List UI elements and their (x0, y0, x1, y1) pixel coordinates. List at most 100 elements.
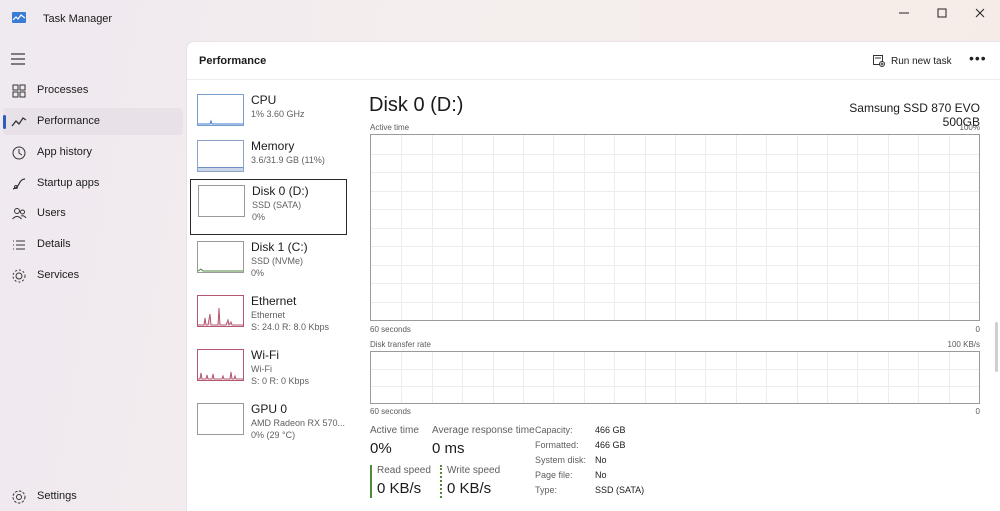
close-button[interactable] (961, 0, 999, 26)
nav-item-users[interactable]: Users (3, 200, 183, 227)
graph-gridline (918, 352, 919, 403)
transfer-graph-x-left: 60 seconds (370, 407, 411, 416)
nav-item-performance[interactable]: Performance (3, 108, 183, 135)
nav-label: Users (37, 207, 66, 219)
nav-item-processes[interactable]: Processes (3, 77, 183, 104)
processes-icon (12, 84, 26, 98)
active-indicator (3, 115, 6, 129)
graph-gridline (675, 352, 676, 403)
type-value: SSD (SATA) (595, 485, 645, 495)
nav-label: Services (37, 269, 80, 281)
device-gpu-0[interactable]: GPU 0 AMD Radeon RX 570... 0% (29 °C) (190, 398, 347, 454)
details-icon (13, 240, 25, 250)
cpu-mini-graph (197, 94, 244, 126)
graph-gridline (645, 352, 646, 403)
panel-header: Performance Run new task ••• (187, 42, 1000, 80)
device-name: GPU 0 (251, 402, 288, 416)
device-wifi[interactable]: Wi-Fi Wi-Fi S: 0 R: 0 Kbps (190, 344, 347, 400)
gpu-mini-graph (197, 403, 244, 435)
graph-gridline (797, 352, 798, 403)
nav-item-details[interactable]: Details (3, 231, 183, 258)
system-disk-label: System disk: (535, 455, 587, 465)
services-icon (12, 269, 26, 283)
graph-gridline (371, 283, 979, 284)
memory-mini-graph (197, 140, 244, 172)
graph-gridline (432, 352, 433, 403)
nav-label: Settings (37, 490, 77, 502)
graph-gridline (493, 352, 494, 403)
page-title: Performance (199, 55, 267, 67)
graph-gridline (614, 352, 615, 403)
graph-gridline (371, 386, 979, 387)
graph-gridline (462, 352, 463, 403)
run-new-task-label: Run new task (891, 55, 952, 67)
users-icon (12, 208, 27, 220)
active-time-graph-x-left: 60 seconds (370, 325, 411, 334)
window-title: Task Manager (43, 13, 113, 25)
write-speed-value: 0 KB/s (447, 480, 492, 497)
app-history-icon (12, 146, 26, 160)
device-detail: Ethernet (251, 310, 286, 320)
device-name: Disk 0 (D:) (252, 184, 309, 198)
device-detail: 3.6/31.9 GB (11%) (251, 155, 325, 165)
transfer-graph-max: 100 KB/s (947, 340, 980, 349)
hamburger-menu-icon[interactable] (11, 53, 25, 65)
device-name: Wi-Fi (251, 348, 279, 362)
device-disk-0[interactable]: Disk 0 (D:) SSD (SATA) 0% (190, 179, 347, 235)
nav-item-startup-apps[interactable]: Startup apps (3, 170, 183, 197)
disk1-mini-graph (197, 241, 244, 273)
avg-response-value: 0 ms (432, 440, 465, 457)
device-usage: S: 24.0 R: 8.0 Kbps (251, 322, 330, 332)
maximize-icon (937, 8, 947, 18)
nav-item-services[interactable]: Services (3, 262, 183, 289)
run-task-icon (873, 55, 885, 67)
graph-gridline (371, 302, 979, 303)
device-usage: 0% (252, 212, 266, 222)
graph-gridline (371, 265, 979, 266)
graph-gridline (371, 209, 979, 210)
active-time-value: 0% (370, 440, 392, 457)
minimize-icon (899, 12, 909, 14)
nav-label: Details (37, 238, 71, 250)
maximize-button[interactable] (923, 0, 961, 26)
transfer-rate-graph (370, 351, 980, 404)
type-label: Type: (535, 485, 558, 495)
scrollbar[interactable] (995, 322, 998, 372)
more-options-button[interactable]: ••• (969, 51, 987, 65)
formatted-label: Formatted: (535, 440, 579, 450)
graph-gridline (888, 352, 889, 403)
device-usage: S: 0 R: 0 Kbps (251, 376, 310, 386)
graph-gridline (705, 352, 706, 403)
wifi-graph-line (198, 371, 243, 380)
capacity-value: 466 GB (595, 425, 626, 435)
device-name: CPU (251, 93, 277, 107)
device-usage: 0% (251, 268, 265, 278)
performance-icon (11, 117, 27, 127)
device-ethernet[interactable]: Ethernet Ethernet S: 24.0 R: 8.0 Kbps (190, 290, 347, 346)
nav-label: Processes (37, 84, 89, 96)
nav-item-settings[interactable]: Settings (3, 483, 183, 510)
avg-response-label: Average response time (432, 425, 535, 436)
memory-usage-fill (198, 167, 243, 171)
graph-gridline (371, 172, 979, 173)
device-detail: 1% 3.60 GHz (251, 109, 305, 119)
active-time-graph-x-right: 0 (975, 325, 980, 334)
device-disk-1[interactable]: Disk 1 (C:) SSD (NVMe) 0% (190, 236, 347, 292)
graph-gridline (371, 369, 979, 370)
nav-label: Startup apps (37, 177, 100, 189)
device-detail: Wi-Fi (251, 364, 272, 374)
capacity-label: Capacity: (535, 425, 573, 435)
page-file-value: No (595, 470, 607, 480)
nav-label: Performance (37, 115, 100, 127)
active-time-graph (370, 134, 980, 321)
graph-gridline (401, 352, 402, 403)
nav-item-app-history[interactable]: App history (3, 139, 183, 166)
run-new-task-button[interactable]: Run new task (873, 52, 952, 70)
minimize-button[interactable] (885, 0, 923, 26)
device-usage: 0% (29 °C) (251, 430, 296, 440)
read-speed-label: Read speed (377, 465, 431, 476)
transfer-graph-label: Disk transfer rate (370, 340, 431, 349)
graph-gridline (857, 352, 858, 403)
device-detail: AMD Radeon RX 570... (251, 418, 346, 428)
read-speed-value: 0 KB/s (377, 480, 422, 497)
